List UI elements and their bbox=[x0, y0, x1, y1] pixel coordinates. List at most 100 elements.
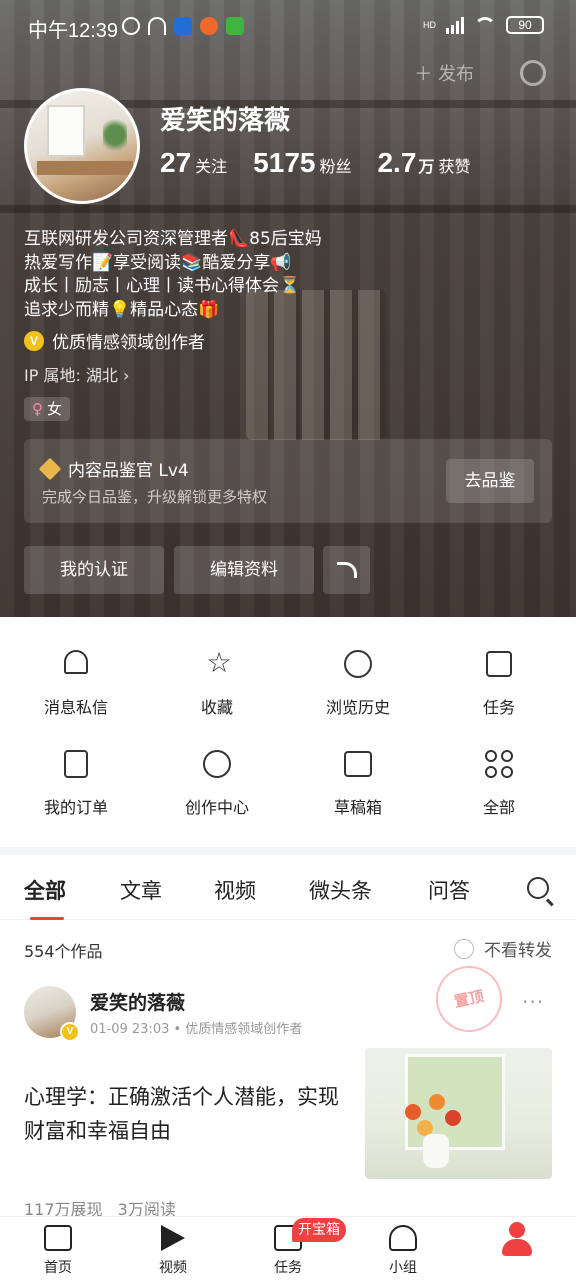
stat-following[interactable]: 27 关注 bbox=[160, 147, 227, 179]
menu-item-all[interactable]: 全部 bbox=[427, 617, 571, 817]
my-certification-button[interactable]: 我的认证 bbox=[24, 546, 164, 594]
female-icon: ♀ bbox=[32, 400, 43, 418]
nav-label: 视频 bbox=[159, 1260, 187, 1276]
share-button[interactable] bbox=[323, 546, 370, 594]
menu-item-creator-center[interactable]: 创作中心 bbox=[145, 617, 289, 817]
tab-all[interactable]: 全部 bbox=[24, 875, 66, 905]
stat-followers[interactable]: 5175 粉丝 bbox=[253, 147, 351, 179]
app-notification-icon bbox=[200, 17, 218, 35]
signal-icon bbox=[446, 16, 464, 34]
gender-tag: ♀ 女 bbox=[24, 397, 71, 421]
wifi-icon bbox=[474, 17, 496, 33]
tab-videos[interactable]: 视频 bbox=[214, 875, 256, 905]
post-title[interactable]: 心理学：正确激活个人潜能，实现财富和幸福自由 bbox=[24, 1080, 344, 1148]
nav-home[interactable]: 首页 bbox=[0, 1217, 116, 1280]
post-author-name[interactable]: 爱笑的落薇 bbox=[90, 988, 185, 1015]
stat-label: 关注 bbox=[195, 157, 228, 176]
treasure-box-badge[interactable]: 开宝箱 bbox=[292, 1218, 346, 1242]
settings-icon[interactable] bbox=[520, 60, 546, 86]
tab-qa[interactable]: 问答 bbox=[428, 875, 470, 905]
post-thumbnail[interactable] bbox=[365, 1048, 552, 1179]
stat-number: 5175 bbox=[253, 147, 316, 178]
status-time: 中午12:39 bbox=[28, 20, 119, 42]
certification-label: 优质情感领域创作者 bbox=[52, 333, 205, 353]
profile-username: 爱笑的落薇 bbox=[160, 106, 291, 136]
bio-line: 互联网研发公司资深管理者👠85后宝妈 bbox=[24, 229, 322, 249]
tab-articles[interactable]: 文章 bbox=[120, 875, 162, 905]
profile-bio: 互联网研发公司资深管理者👠85后宝妈 热爱写作📝享受阅读📚酷爱分享📢 成长丨励志… bbox=[24, 228, 322, 322]
menu-item-drafts[interactable]: 草稿箱 bbox=[286, 617, 430, 817]
nav-label: 小组 bbox=[389, 1260, 417, 1276]
battery-icon: 90 bbox=[506, 16, 544, 34]
nav-video[interactable]: 视频 bbox=[115, 1217, 231, 1280]
play-icon bbox=[161, 1225, 185, 1251]
search-icon[interactable] bbox=[527, 877, 549, 899]
creator-certification[interactable]: V 优质情感领域创作者 bbox=[24, 328, 205, 353]
stat-number: 27 bbox=[160, 147, 192, 178]
radio-icon bbox=[454, 938, 474, 959]
verified-v-icon: V bbox=[24, 330, 44, 351]
status-indicators: HD 90 bbox=[423, 16, 544, 34]
app-notification-icon bbox=[226, 17, 244, 35]
profile-stats: 27 关注 5175 粉丝 2.7 万 获赞 bbox=[160, 147, 496, 179]
content-reviewer-card[interactable]: 内容品鉴官 Lv4 完成今日品鉴，升级解锁更多特权 去品鉴 bbox=[24, 439, 552, 523]
reviewer-badge-icon bbox=[38, 457, 62, 480]
nav-label: 首页 bbox=[44, 1260, 72, 1276]
bulb-icon bbox=[203, 750, 231, 778]
bio-line: 成长丨励志丨心理丨读书心得体会⏳ bbox=[24, 276, 301, 296]
profile-header: 中午12:39 HD 90 ＋ 发布 爱笑的落薇 27 关注 5175 粉丝 2… bbox=[0, 0, 576, 617]
menu-label: 草稿箱 bbox=[333, 798, 382, 817]
post-meta: 01-09 23:03 • 优质情感领域创作者 bbox=[90, 1022, 303, 1037]
status-icons bbox=[122, 17, 244, 35]
nav-label: 任务 bbox=[274, 1260, 302, 1276]
hide-reposts-toggle[interactable]: 不看转发 bbox=[454, 936, 552, 961]
more-options-icon[interactable]: ··· bbox=[522, 990, 544, 1014]
edit-profile-button[interactable]: 编辑资料 bbox=[174, 546, 314, 594]
alarm-icon bbox=[122, 17, 140, 35]
hd-indicator: HD bbox=[423, 20, 436, 30]
stat-label: 粉丝 bbox=[319, 157, 352, 176]
go-review-button[interactable]: 去品鉴 bbox=[446, 459, 534, 503]
publish-label: 发布 bbox=[438, 64, 474, 85]
home-icon bbox=[44, 1225, 72, 1251]
menu-label: 全部 bbox=[482, 798, 515, 817]
feature-grid: 消息私信 ☆ 收藏 浏览历史 任务 我的订单 创作中心 草稿箱 全部 bbox=[0, 617, 576, 847]
section-divider bbox=[0, 847, 576, 855]
publish-button[interactable]: ＋ 发布 bbox=[414, 60, 474, 86]
share-icon bbox=[336, 562, 357, 578]
menu-item-orders[interactable]: 我的订单 bbox=[4, 617, 148, 817]
level-subtitle: 完成今日品鉴，升级解锁更多特权 bbox=[42, 488, 268, 506]
profile-avatar[interactable] bbox=[24, 88, 140, 204]
level-title-row: 内容品鉴官 Lv4 bbox=[38, 456, 189, 481]
level-title: 内容品鉴官 Lv4 bbox=[68, 461, 189, 481]
stat-number: 2.7 bbox=[377, 147, 417, 178]
active-tab-indicator bbox=[30, 917, 64, 920]
bookshelf-decoration bbox=[0, 205, 576, 213]
menu-label: 我的订单 bbox=[43, 798, 108, 817]
hide-reposts-label: 不看转发 bbox=[484, 941, 552, 961]
nav-me-avatar-icon[interactable] bbox=[500, 1222, 534, 1256]
content-tabs: 全部 文章 视频 微头条 问答 bbox=[0, 855, 576, 920]
app-notification-icon bbox=[174, 17, 192, 35]
stat-unit: 万 bbox=[418, 157, 435, 176]
top-actions: ＋ 发布 bbox=[414, 60, 546, 86]
order-icon bbox=[64, 750, 88, 778]
group-icon bbox=[389, 1225, 417, 1251]
draft-box-icon bbox=[344, 751, 372, 777]
bio-line: 追求少而精💡精品心态🎁 bbox=[24, 299, 220, 320]
tab-micro-posts[interactable]: 微头条 bbox=[309, 875, 372, 905]
gender-label: 女 bbox=[47, 400, 63, 418]
menu-label: 创作中心 bbox=[184, 798, 249, 817]
stat-likes[interactable]: 2.7 万 获赞 bbox=[377, 147, 470, 179]
bio-line: 热爱写作📝享受阅读📚酷爱分享📢 bbox=[24, 252, 292, 273]
pinned-stamp: 置顶 bbox=[429, 959, 509, 1039]
verified-v-icon: V bbox=[60, 1022, 80, 1042]
bottom-navigation: 首页 视频 任务 小组 bbox=[0, 1216, 576, 1280]
grid-icon bbox=[485, 750, 513, 778]
status-bar: 中午12:39 HD 90 bbox=[0, 0, 576, 56]
post-author-avatar[interactable]: V bbox=[24, 986, 80, 1042]
works-bar: 554个作品 不看转发 bbox=[0, 930, 576, 966]
nav-groups[interactable]: 小组 bbox=[345, 1217, 461, 1280]
ip-location[interactable]: IP 属地: 湖北 › bbox=[24, 362, 129, 386]
stat-label: 获赞 bbox=[438, 157, 471, 176]
